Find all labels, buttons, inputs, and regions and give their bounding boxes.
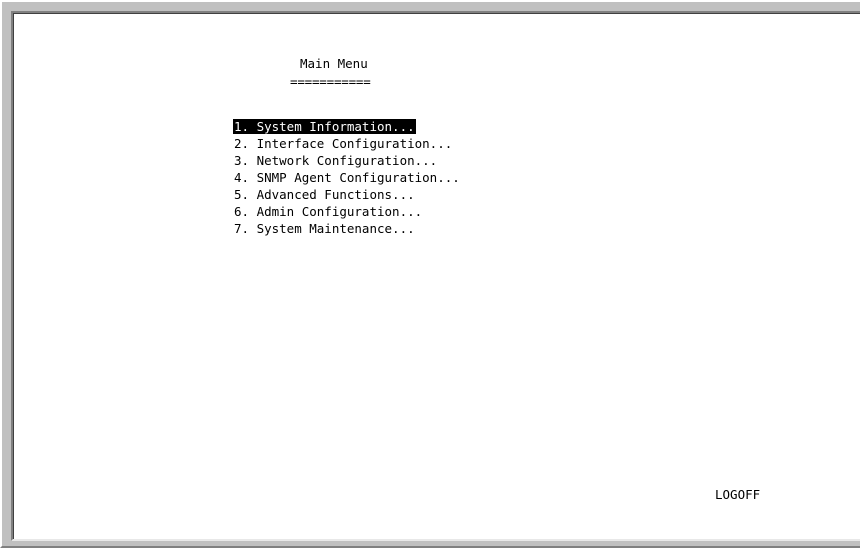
menu-item-interface-configuration[interactable]: 2. Interface Configuration... [233, 135, 461, 152]
terminal-screen: Main Menu =========== 1. System Informat… [11, 11, 860, 541]
menu-item-label: 5. Advanced Functions... [234, 187, 415, 202]
menu-item-label: 3. Network Configuration... [234, 153, 438, 168]
menu-item-advanced-functions[interactable]: 5. Advanced Functions... [233, 186, 461, 203]
menu-item-system-maintenance[interactable]: 7. System Maintenance... [233, 220, 461, 237]
menu-item-label: 7. System Maintenance... [234, 221, 415, 236]
menu-item-network-configuration[interactable]: 3. Network Configuration... [233, 152, 461, 169]
main-menu-list: 1. System Information... 2. Interface Co… [233, 118, 461, 237]
menu-item-snmp-agent-configuration[interactable]: 4. SNMP Agent Configuration... [233, 169, 461, 186]
console-window: Main Menu =========== 1. System Informat… [0, 0, 860, 548]
menu-item-label: 1. System Information... [233, 119, 416, 134]
title-underline: =========== [290, 74, 371, 89]
page-title: Main Menu [300, 56, 368, 71]
menu-item-label: 6. Admin Configuration... [234, 204, 423, 219]
menu-item-label: 4. SNMP Agent Configuration... [234, 170, 460, 185]
menu-item-system-information[interactable]: 1. System Information... [233, 118, 461, 135]
menu-item-admin-configuration[interactable]: 6. Admin Configuration... [233, 203, 461, 220]
logoff-button[interactable]: LOGOFF [715, 486, 760, 503]
menu-item-label: 2. Interface Configuration... [234, 136, 453, 151]
